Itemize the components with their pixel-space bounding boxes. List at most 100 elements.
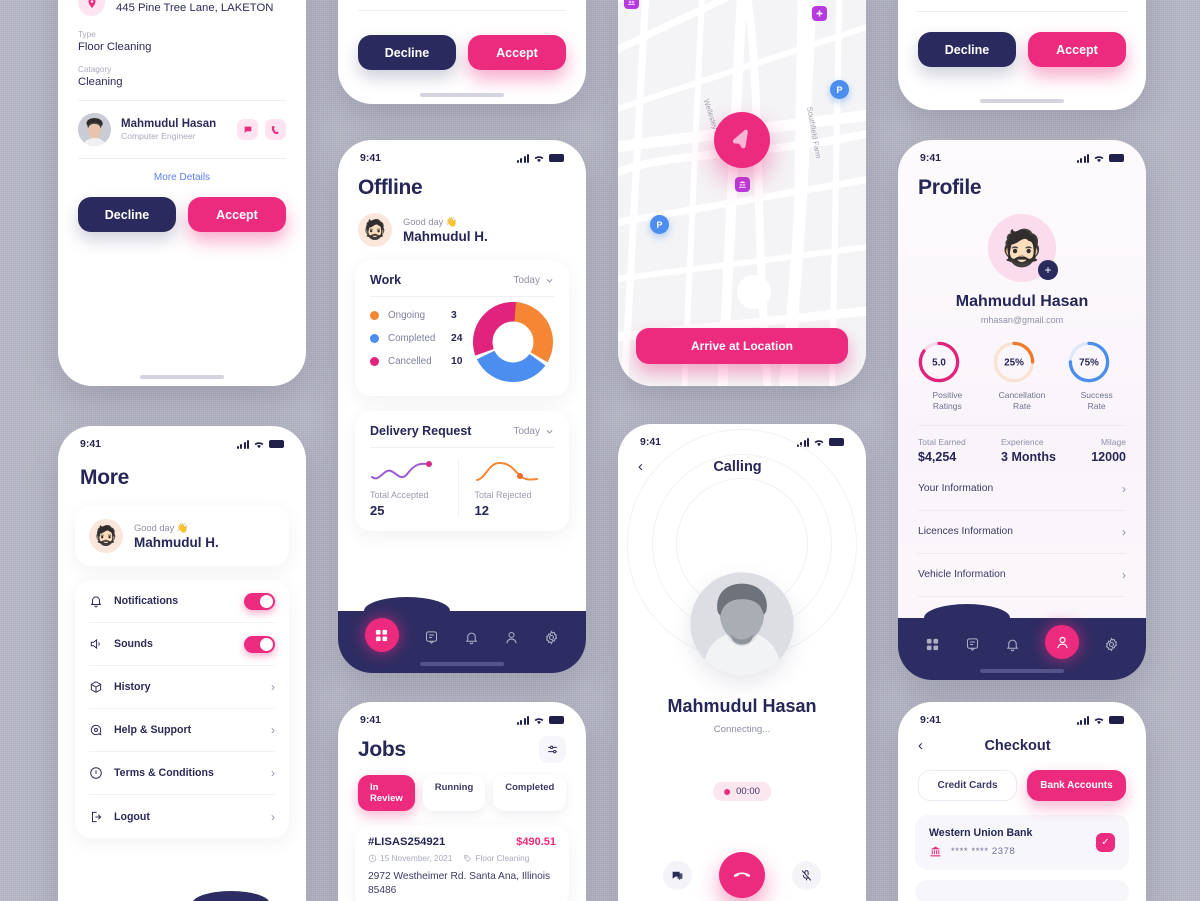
bank-account-row[interactable]: Western Union Bank **** **** 2378 ✓ [915, 815, 1129, 870]
grid-icon [926, 638, 938, 650]
accept-button[interactable]: Accept [188, 197, 286, 232]
tab-bank-accounts[interactable]: Bank Accounts [1027, 770, 1126, 801]
page-title: Checkout [984, 737, 1051, 754]
wifi-icon [254, 441, 264, 448]
svg-text:5.0: 5.0 [932, 357, 946, 368]
tab-notifications[interactable] [1005, 637, 1020, 652]
mute-button[interactable] [792, 860, 821, 890]
check-icon[interactable]: ✓ [1096, 833, 1115, 852]
status-bar: 9:41 [338, 140, 586, 166]
checkout-header: ‹ Checkout [898, 728, 1146, 754]
bottom-tab-bar [338, 597, 586, 673]
menu-item-logout[interactable]: Logout › [89, 795, 275, 838]
sounds-toggle[interactable] [244, 635, 275, 653]
bank-poi-icon[interactable] [624, 0, 639, 9]
chevron-right-icon: › [271, 766, 275, 780]
tab-notifications[interactable] [464, 630, 479, 645]
tab-credit-cards[interactable]: Credit Cards [918, 770, 1017, 801]
tab-in-review[interactable]: In Review [358, 775, 415, 811]
tab-messages[interactable] [965, 637, 980, 652]
decline-button[interactable]: Decline [78, 197, 176, 232]
link-vehicle-information[interactable]: Vehicle Information › [918, 554, 1126, 597]
divider [78, 100, 286, 101]
end-call-button[interactable] [719, 852, 765, 898]
phone-icon[interactable] [265, 119, 286, 140]
link-label: Vehicle Information [918, 569, 1006, 581]
arrive-at-location-button[interactable]: Arrive at Location [636, 328, 848, 364]
work-period-dropdown[interactable]: Today [513, 275, 554, 286]
message-button[interactable] [663, 860, 692, 890]
chat-help-icon [90, 724, 102, 736]
wifi-icon [1094, 155, 1104, 162]
tab-profile[interactable] [504, 630, 519, 645]
settings-menu: Notifications Sounds History › Help & Su… [75, 580, 289, 838]
home-indicator [980, 99, 1064, 103]
filter-button[interactable] [539, 736, 566, 763]
bank-account-row-partial[interactable] [915, 880, 1129, 901]
parking-marker[interactable]: P [830, 80, 849, 99]
menu-item-sounds[interactable]: Sounds [89, 623, 275, 666]
bank-account-number: **** **** 2378 [951, 846, 1016, 857]
tab-running[interactable]: Running [422, 775, 486, 811]
job-date-wrap: 15 November, 2021 [368, 853, 452, 863]
decline-button[interactable]: Decline [358, 35, 456, 70]
legend-item-cancelled: Cancelled 10 [370, 356, 462, 367]
gear-icon [546, 630, 558, 644]
delivery-period-value: Today [513, 425, 540, 437]
caller-name: Mahmudul Hasan [667, 696, 817, 716]
status-time: 9:41 [920, 714, 942, 726]
wifi-icon [814, 439, 824, 446]
stat-total-earned: Total Earned $4,254 [918, 437, 966, 464]
menu-item-history[interactable]: History › [89, 666, 275, 709]
job-card[interactable]: #LISAS254921 $490.51 15 November, 2021 F… [355, 825, 569, 901]
delivery-card-title: Delivery Request [370, 424, 472, 438]
stat-label: Milage [1100, 436, 1126, 447]
status-time: 9:41 [640, 436, 662, 448]
link-your-information[interactable]: Your Information › [918, 468, 1126, 511]
greeting-label: Good day 👋 [403, 216, 458, 227]
fragment-actions: Decline Accept [338, 21, 586, 70]
accept-button[interactable]: Accept [1028, 32, 1126, 67]
signal-icon [516, 715, 529, 725]
decline-button[interactable]: Decline [918, 32, 1016, 67]
stat-experience: Experience 3 Months [1001, 437, 1056, 464]
tab-profile[interactable] [1045, 625, 1080, 659]
menu-item-terms-conditions[interactable]: Terms & Conditions › [89, 752, 275, 795]
link-licences-information[interactable]: Licences Information › [918, 511, 1126, 554]
more-details-link[interactable]: More Details [78, 172, 286, 183]
status-bar: 9:41 [58, 426, 306, 452]
tab-settings[interactable] [1104, 637, 1119, 652]
divider-2 [78, 158, 286, 159]
parking-marker[interactable]: P [650, 215, 669, 234]
menu-label: Sounds [114, 638, 153, 650]
screen-calling: 9:41 ‹ Calling Mahmudul Hasan Connecting… [618, 424, 866, 901]
wifi-icon [1094, 717, 1104, 724]
job-type: Floor Cleaning [475, 853, 530, 863]
status-bar: 9:41 [898, 140, 1146, 166]
screen-job-detail: Service Home Cleaning, Floor Cleaning Lo… [58, 0, 306, 386]
person-icon [1056, 636, 1068, 648]
greeting-name: Mahmudul H. [403, 228, 488, 244]
tab-settings[interactable] [544, 630, 559, 645]
sliders-icon [548, 745, 557, 754]
add-photo-button[interactable]: + [1038, 260, 1058, 280]
screen-map: Alton Square Wellesley St Southfield Far… [618, 0, 866, 386]
tab-completed[interactable]: Completed [493, 775, 567, 811]
accept-button[interactable]: Accept [468, 35, 566, 70]
tab-dashboard[interactable] [925, 637, 940, 652]
hospital-poi-icon[interactable] [812, 6, 827, 21]
menu-item-help-support[interactable]: Help & Support › [89, 709, 275, 752]
legend-label: Cancelled [388, 356, 432, 367]
chat-icon[interactable] [237, 119, 258, 140]
box-icon [90, 681, 102, 693]
delivery-period-dropdown[interactable]: Today [513, 426, 554, 437]
message-icon [966, 637, 978, 651]
notifications-toggle[interactable] [244, 592, 275, 610]
tab-messages[interactable] [424, 630, 439, 645]
tab-dashboard[interactable] [364, 618, 399, 652]
page-title: Profile [918, 176, 982, 199]
bank-poi-icon[interactable] [735, 177, 750, 192]
legend-label: Ongoing [388, 310, 426, 321]
status-time: 9:41 [360, 714, 382, 726]
menu-item-notifications[interactable]: Notifications [89, 580, 275, 623]
